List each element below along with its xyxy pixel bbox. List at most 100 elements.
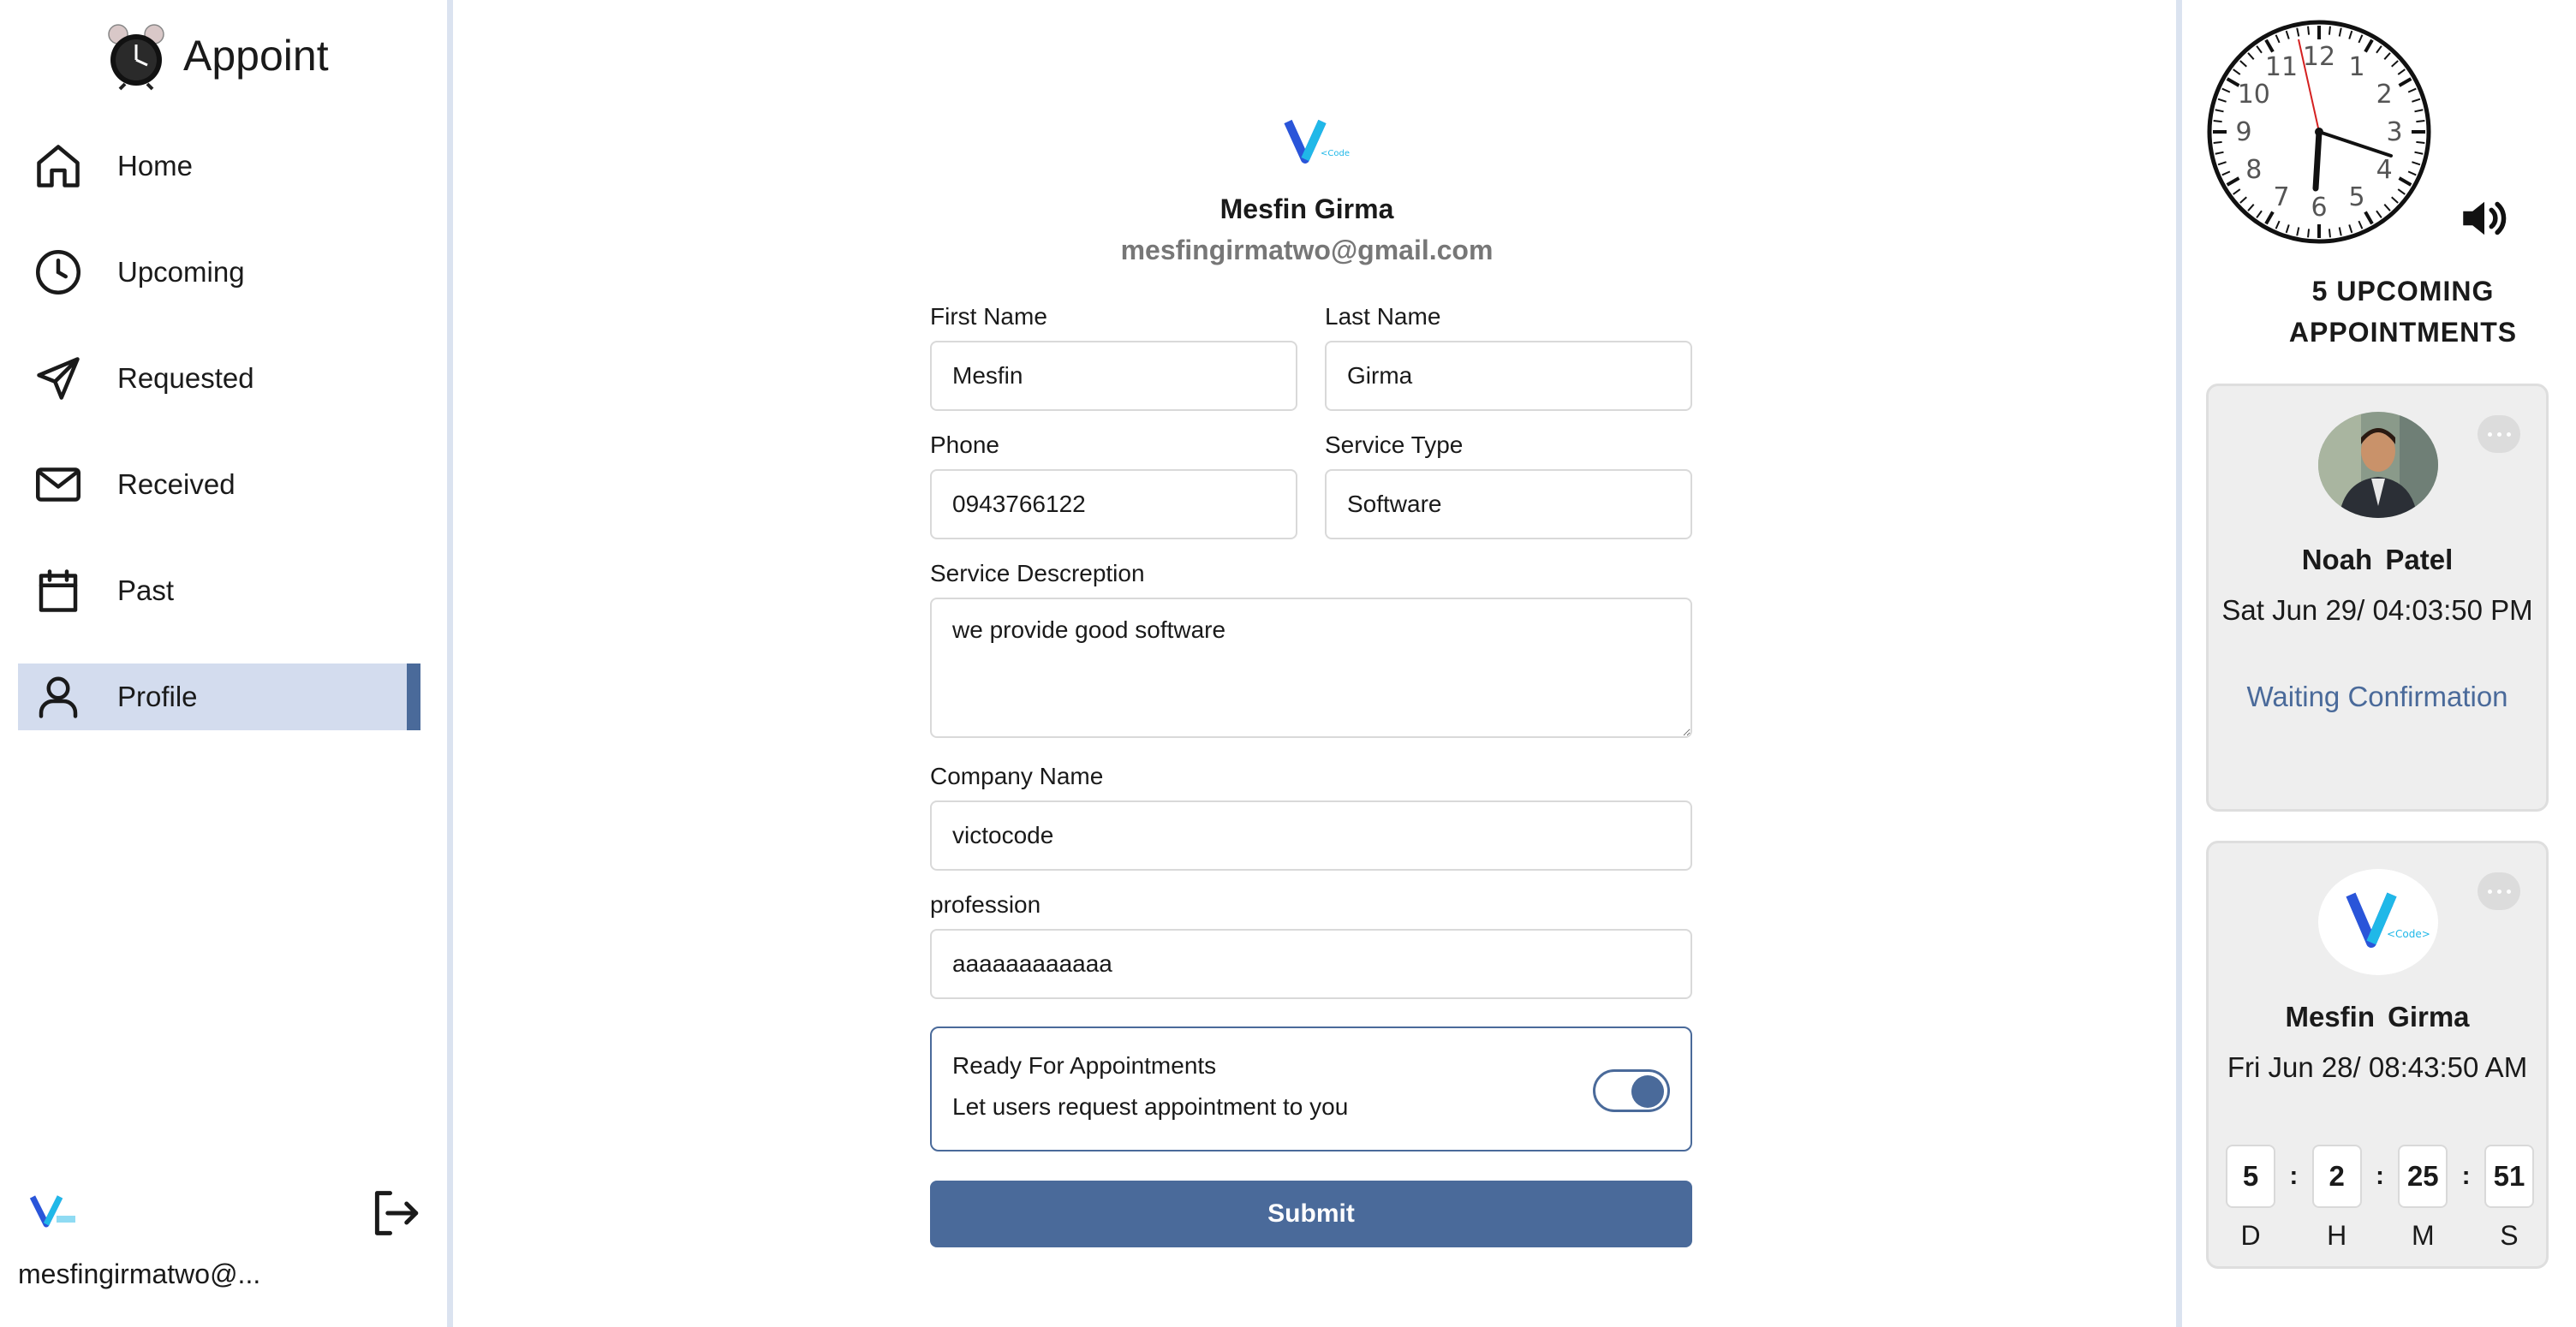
phone-input[interactable] [930, 469, 1297, 539]
sidebar-divider [447, 0, 453, 1327]
appointment-status: Waiting Confirmation [2246, 681, 2508, 712]
company-name-input[interactable] [930, 800, 1692, 871]
service-type-input[interactable] [1325, 469, 1692, 539]
ready-for-appointments-card: Ready For Appointments Let users request… [930, 1026, 1692, 1151]
countdown-label-days: D [2240, 1220, 2261, 1251]
phone-label: Phone [930, 431, 999, 458]
countdown-separator: : [2461, 1162, 2471, 1190]
logout-icon [374, 1191, 419, 1235]
sidebar-item-profile[interactable]: Profile [18, 664, 420, 730]
profession-input[interactable] [930, 929, 1692, 999]
service-type-group: Service Type [1325, 431, 1692, 560]
first-name-label: First Name [930, 303, 1047, 330]
sidebar: Appoint Home Upcoming Requested Received… [0, 0, 447, 1327]
ready-title: Ready For Appointments [952, 1052, 1217, 1079]
clock-tick [2307, 26, 2311, 35]
clock-tick [2328, 26, 2331, 35]
phone-group: Phone [930, 431, 1297, 560]
sidebar-item-received[interactable]: Received [18, 451, 420, 518]
appointment-card[interactable]: Noah Patel Sat Jun 29/ 04:03:50 PM Waiti… [2206, 384, 2549, 812]
alarm-clock-icon [108, 24, 164, 91]
countdown-label-hours: H [2327, 1220, 2347, 1251]
sidebar-item-label: Received [117, 468, 236, 500]
countdown-seconds: 51 [2484, 1145, 2534, 1208]
phone-row: Phone Service Type [930, 431, 1692, 560]
clock-tick [2328, 229, 2331, 238]
last-name-label: Last Name [1325, 303, 1441, 330]
clock-numeral: 8 [2245, 155, 2262, 185]
countdown-separator: : [2289, 1162, 2299, 1190]
mail-icon [28, 455, 88, 515]
clock-numeral: 10 [2238, 80, 2270, 110]
clock-tick [2213, 140, 2222, 144]
countdown-hours: 2 [2311, 1145, 2362, 1208]
svg-text:<Code>: <Code> [2387, 928, 2430, 940]
clock-tick [2416, 120, 2425, 123]
name-row: First Name Last Name [930, 303, 1692, 431]
profile-logo: <Code> [1284, 119, 1350, 164]
brand[interactable]: Appoint [101, 21, 329, 91]
more-options-button[interactable] [2478, 872, 2520, 910]
countdown: 5 : 2 : 25 : 51 [2226, 1145, 2534, 1208]
appointment-name: Mesfin Girma [2285, 1001, 2470, 1032]
ready-toggle[interactable] [1593, 1069, 1670, 1112]
user-icon [28, 667, 88, 727]
more-options-button[interactable] [2478, 415, 2520, 453]
countdown-labels: D H M S [2226, 1220, 2534, 1252]
sidebar-item-label: Profile [117, 681, 198, 712]
clock-numeral: 3 [2386, 117, 2402, 147]
appointment-card[interactable]: <Code> Mesfin Girma Fri Jun 28/ 08:43:50… [2206, 841, 2549, 1269]
clock-numeral: 12 [2303, 42, 2335, 72]
ready-subtitle: Let users request appointment to you [952, 1093, 1349, 1120]
calendar-icon [28, 561, 88, 621]
sidebar-nav: Home Upcoming Requested Received Past Pr… [18, 133, 420, 770]
service-type-label: Service Type [1325, 431, 1464, 458]
profile-main: <Code> Mesfin Girma mesfingirmatwo@gmail… [453, 0, 2161, 1327]
upcoming-count-title: 5 UPCOMING APPOINTMENTS [2288, 276, 2518, 348]
app-name: Appoint [183, 32, 329, 80]
appointment-name: Noah Patel [2301, 544, 2454, 575]
clock-tick [2307, 229, 2311, 238]
avatar: <Code> [2318, 869, 2438, 975]
countdown-minutes: 25 [2398, 1145, 2448, 1208]
clock-numeral: 1 [2348, 52, 2364, 82]
service-description-textarea[interactable]: we provide good software [930, 598, 1692, 738]
sidebar-item-home[interactable]: Home [18, 133, 420, 199]
clock-numeral: 5 [2348, 182, 2364, 212]
speaker-button[interactable] [2456, 190, 2513, 247]
send-icon [28, 348, 88, 408]
toggle-knob [1631, 1075, 1664, 1108]
sidebar-item-label: Requested [117, 362, 254, 394]
clock-tick [2213, 120, 2222, 123]
logout-button[interactable] [367, 1185, 423, 1241]
clock-center [2315, 128, 2323, 136]
countdown-label-seconds: S [2500, 1220, 2519, 1251]
countdown-label-minutes: M [2411, 1220, 2435, 1251]
sidebar-user-email: mesfingirmatwo@... [18, 1259, 261, 1289]
submit-button[interactable]: Submit [930, 1181, 1692, 1247]
clock-tick [2416, 140, 2425, 144]
appointment-time: Sat Jun 29/ 04:03:50 PM [2221, 594, 2533, 626]
clock-numeral: 7 [2273, 182, 2289, 212]
sidebar-item-upcoming[interactable]: Upcoming [18, 239, 420, 306]
service-description-label: Service Descreption [930, 560, 1145, 586]
avatar [2318, 412, 2438, 518]
profession-label: profession [930, 891, 1041, 918]
hour-hand [2312, 128, 2323, 192]
countdown-separator: : [2375, 1162, 2384, 1190]
last-name-input[interactable] [1325, 341, 1692, 411]
svg-text:<Code>: <Code> [1321, 149, 1350, 158]
sidebar-item-label: Upcoming [117, 256, 245, 288]
clock-icon [28, 242, 88, 302]
profile-form: First Name Last Name Phone Service Type [930, 303, 1692, 1247]
analog-clock: 12 12 3 45678 9 1011 [2207, 20, 2431, 244]
last-name-group: Last Name [1325, 303, 1692, 431]
first-name-input[interactable] [930, 341, 1297, 411]
sidebar-item-past[interactable]: Past [18, 557, 420, 624]
profile-email: mesfingirmatwo@gmail.com [1120, 235, 1494, 265]
sidebar-item-requested[interactable]: Requested [18, 345, 420, 412]
speaker-icon [2463, 201, 2507, 235]
sidebar-item-label: Past [117, 574, 175, 606]
profile-name: Mesfin Girma [1219, 193, 1394, 224]
clock-numeral: 9 [2235, 117, 2251, 147]
